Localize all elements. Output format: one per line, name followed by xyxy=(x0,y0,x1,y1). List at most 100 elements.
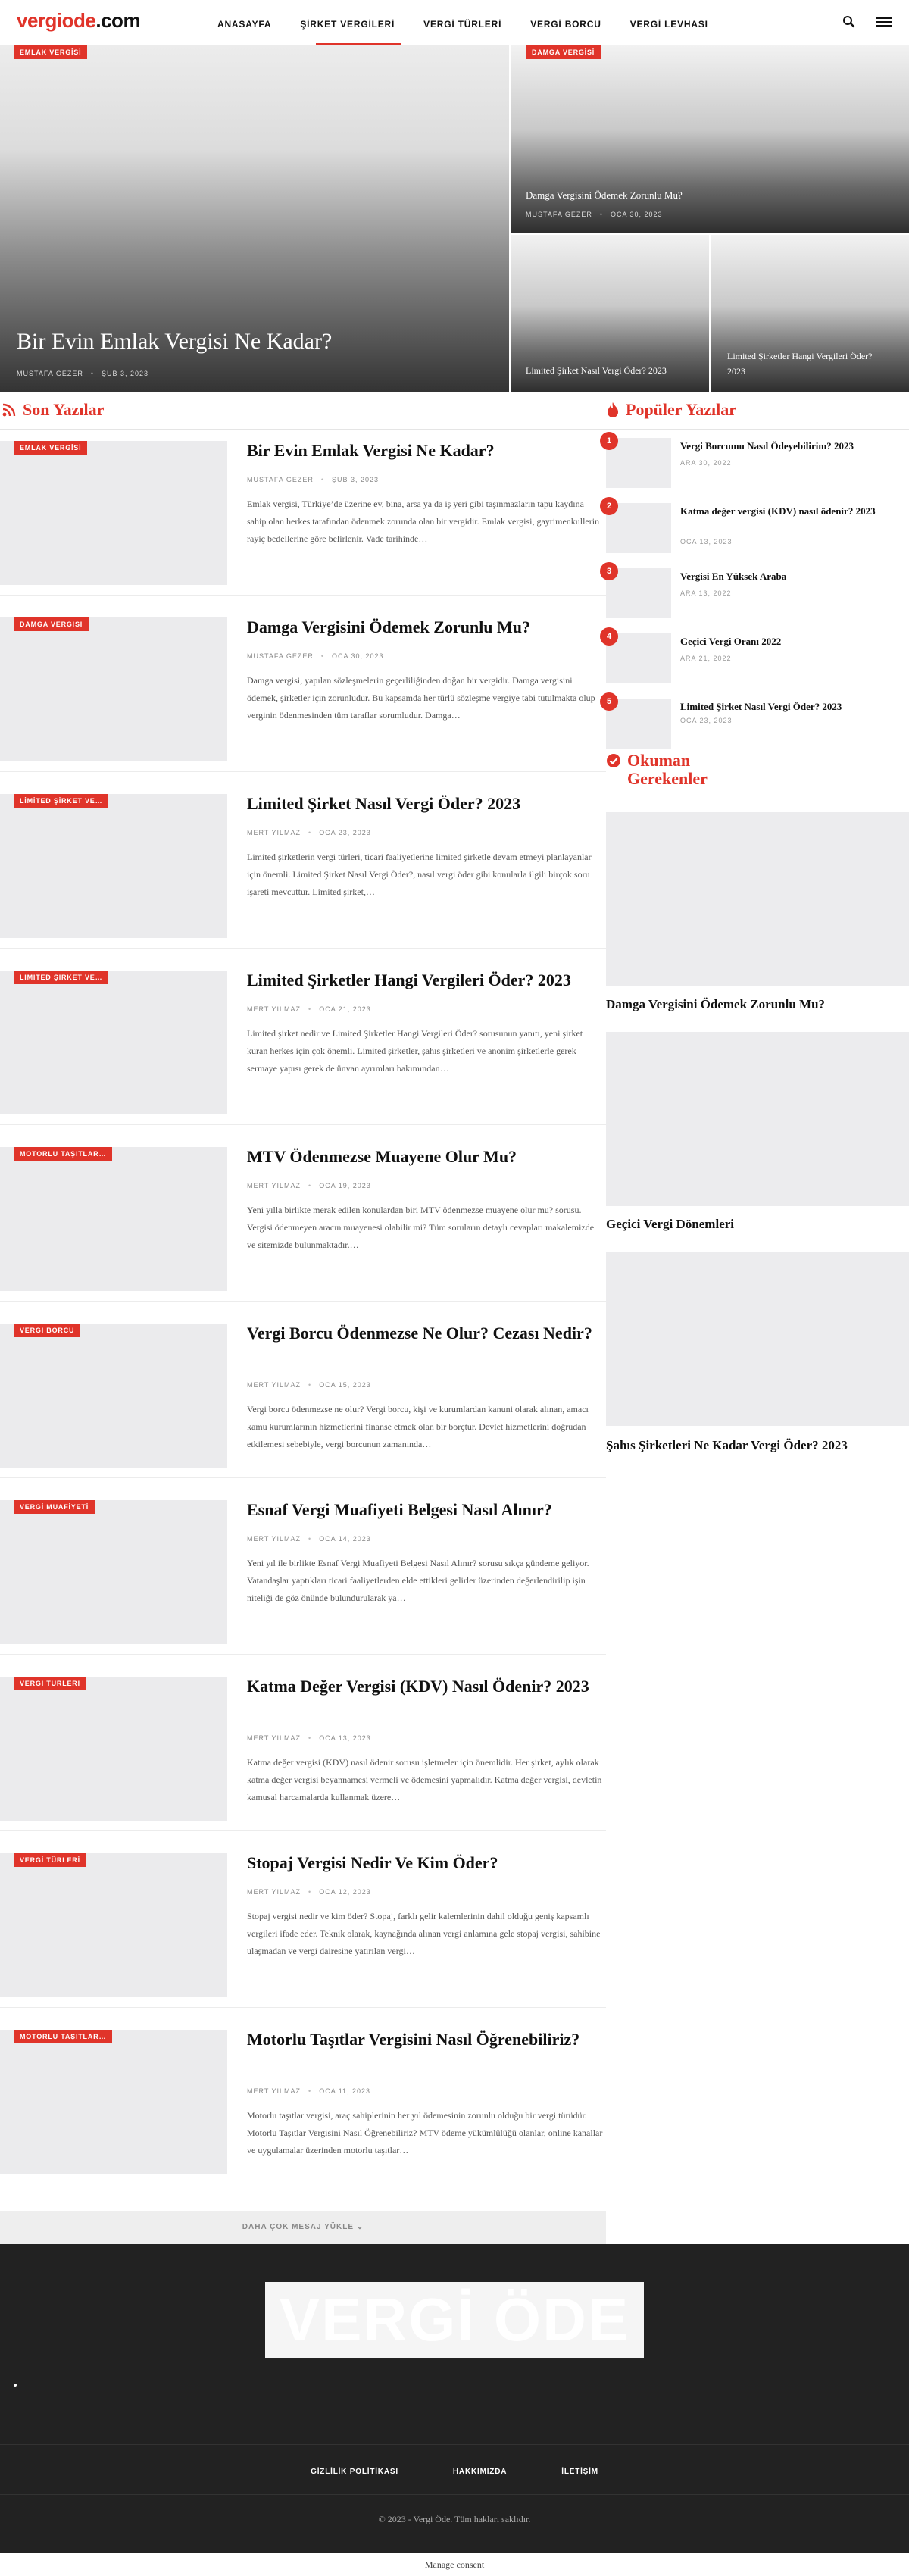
article-title[interactable]: Damga Vergisini Ödemek Zorunlu Mu? xyxy=(247,616,606,638)
nav-vergi-borcu[interactable]: VERGİ BORCU xyxy=(516,0,615,45)
popular-post-title[interactable]: Geçici Vergi Oranı 2022 xyxy=(680,635,907,649)
article-item[interactable]: MOTORLU TAŞITLAR… MTV Ödenmezse Muayene … xyxy=(0,1135,606,1302)
site-logo[interactable]: vergiode.com xyxy=(17,9,141,33)
load-more-button[interactable]: DAHA ÇOK MESAJ YÜKLE ⌄ xyxy=(0,2211,606,2244)
nav-sirket-vergileri[interactable]: ŞİRKET VERGİLERİ xyxy=(286,0,409,45)
must-read-heading: Okuman Gerekenler xyxy=(606,752,708,788)
hero-bottom-left-post[interactable]: Limited Şirket Nasıl Vergi Öder? 2023 xyxy=(511,235,709,392)
article-thumbnail[interactable] xyxy=(0,1500,227,1644)
must-read-thumbnail[interactable] xyxy=(606,812,909,986)
category-badge[interactable]: LİMİTED ŞİRKET VE… xyxy=(14,971,109,984)
article-meta: MUSTAFA GEZER • OCA 30, 2023 xyxy=(247,652,384,660)
article-thumbnail[interactable] xyxy=(0,441,227,585)
article-title[interactable]: Motorlu Taşıtlar Vergisini Nasıl Öğreneb… xyxy=(247,2028,606,2050)
hero-main-post[interactable]: EMLAK VERGİSİ Bir Evin Emlak Vergisi Ne … xyxy=(0,45,509,392)
category-badge[interactable]: EMLAK VERGİSİ xyxy=(14,441,88,455)
must-read-title[interactable]: Damga Vergisini Ödemek Zorunlu Mu? xyxy=(606,997,909,1012)
footer-logo[interactable]: VERGİ ÖDE xyxy=(265,2282,644,2358)
popular-posts-heading: Popüler Yazılar xyxy=(606,400,736,420)
article-thumbnail[interactable] xyxy=(0,794,227,938)
category-badge[interactable]: DAMGA VERGİSİ xyxy=(14,617,89,631)
must-read-thumbnail[interactable] xyxy=(606,1032,909,1206)
footer-link-about[interactable]: HAKKIMIZDA xyxy=(453,2468,507,2476)
article-thumbnail[interactable] xyxy=(0,2030,227,2174)
nav-anasayfa[interactable]: ANASAYFA xyxy=(203,0,286,45)
article-meta: MERT YILMAZ • OCA 13, 2023 xyxy=(247,1734,371,1742)
popular-post-date: OCA 23, 2023 xyxy=(680,717,733,724)
manage-consent-button[interactable]: Manage consent xyxy=(0,2553,909,2576)
article-meta: MERT YILMAZ • OCA 21, 2023 xyxy=(247,1005,371,1013)
rank-badge: 3 xyxy=(600,562,618,580)
article-item[interactable]: VERGİ TÜRLERİ Katma Değer Vergisi (KDV) … xyxy=(0,1665,606,1831)
article-title[interactable]: Limited Şirketler Hangi Vergileri Öder? … xyxy=(247,969,606,991)
rss-icon xyxy=(2,403,16,417)
article-item[interactable]: LİMİTED ŞİRKET VE… Limited Şirketler Han… xyxy=(0,958,606,1125)
article-item[interactable]: DAMGA VERGİSİ Damga Vergisini Ödemek Zor… xyxy=(0,605,606,772)
article-thumbnail[interactable] xyxy=(0,1324,227,1468)
must-read-title[interactable]: Şahıs Şirketleri Ne Kadar Vergi Öder? 20… xyxy=(606,1438,909,1453)
article-excerpt: Damga vergisi, yapılan sözleşmelerin geç… xyxy=(247,675,595,721)
article-thumbnail[interactable] xyxy=(0,1853,227,1997)
footer-link-privacy[interactable]: GİZLİLİK POLİTİKASI xyxy=(311,2468,398,2476)
article-meta: MERT YILMAZ • OCA 23, 2023 xyxy=(247,829,371,836)
hero-top-right-post[interactable]: DAMGA VERGİSİ Damga Vergisini Ödemek Zor… xyxy=(511,45,909,233)
category-badge[interactable]: EMLAK VERGİSİ xyxy=(14,45,88,59)
article-title[interactable]: Stopaj Vergisi Nedir Ve Kim Öder? xyxy=(247,1852,606,1874)
nav-vergi-turleri[interactable]: VERGİ TÜRLERİ xyxy=(409,0,516,45)
article-thumbnail[interactable] xyxy=(0,1677,227,1821)
popular-post-item[interactable]: 1 Vergi Borcumu Nasıl Ödeyebilirim? 2023… xyxy=(600,432,909,491)
search-icon[interactable] xyxy=(841,14,857,30)
popular-post-item[interactable]: 2 Katma değer vergisi (KDV) nasıl ödenir… xyxy=(600,497,909,556)
popular-post-date: ARA 13, 2022 xyxy=(680,589,732,597)
popular-post-title[interactable]: Limited Şirket Nasıl Vergi Öder? 2023 xyxy=(680,700,907,714)
category-badge[interactable]: VERGİ MUAFİYETİ xyxy=(14,1500,95,1514)
article-title[interactable]: Katma Değer Vergisi (KDV) Nasıl Ödenir? … xyxy=(247,1675,606,1697)
article-meta: MERT YILMAZ • OCA 12, 2023 xyxy=(247,1888,371,1896)
category-badge[interactable]: VERGİ TÜRLERİ xyxy=(14,1677,86,1690)
latest-posts-heading: Son Yazılar xyxy=(2,400,104,420)
hero-main-title[interactable]: Bir Evin Emlak Vergisi Ne Kadar? xyxy=(17,329,332,355)
popular-post-title[interactable]: Katma değer vergisi (KDV) nasıl ödenir? … xyxy=(680,505,907,518)
category-badge[interactable]: MOTORLU TAŞITLAR… xyxy=(14,1147,113,1161)
must-read-title[interactable]: Geçici Vergi Dönemleri xyxy=(606,1217,909,1232)
category-badge[interactable]: DAMGA VERGİSİ xyxy=(526,45,601,59)
nav-vergi-levhasi[interactable]: VERGİ LEVHASI xyxy=(616,0,723,45)
hero-top-right-title[interactable]: Damga Vergisini Ödemek Zorunlu Mu? xyxy=(526,189,683,202)
rank-badge: 5 xyxy=(600,692,618,711)
hero-top-right-meta: MUSTAFA GEZER • OCA 30, 2023 xyxy=(526,211,663,218)
category-badge[interactable]: LİMİTED ŞİRKET VE… xyxy=(14,794,109,808)
article-item[interactable]: VERGİ TÜRLERİ Stopaj Vergisi Nedir Ve Ki… xyxy=(0,1841,606,2008)
article-excerpt: Emlak vergisi, Türkiye’de üzerine ev, bi… xyxy=(247,499,600,544)
popular-post-item[interactable]: 3 Vergisi En Yüksek Araba ARA 13, 2022 xyxy=(600,562,909,621)
category-badge[interactable]: MOTORLU TAŞITLAR… xyxy=(14,2030,113,2043)
category-badge[interactable]: VERGİ BORCU xyxy=(14,1324,81,1337)
article-item[interactable]: VERGİ BORCU Vergi Borcu Ödenmezse Ne Olu… xyxy=(0,1311,606,1478)
article-title[interactable]: Limited Şirket Nasıl Vergi Öder? 2023 xyxy=(247,792,606,814)
article-title[interactable]: MTV Ödenmezse Muayene Olur Mu? xyxy=(247,1146,606,1168)
popular-post-title[interactable]: Vergisi En Yüksek Araba xyxy=(680,570,907,583)
hamburger-menu-icon[interactable] xyxy=(876,14,892,30)
article-title[interactable]: Bir Evin Emlak Vergisi Ne Kadar? xyxy=(247,439,606,461)
hero-bottom-right-title[interactable]: Limited Şirketler Hangi Vergileri Öder? … xyxy=(727,349,879,379)
article-meta: MUSTAFA GEZER • ŞUB 3, 2023 xyxy=(247,476,380,483)
rank-badge: 1 xyxy=(600,432,618,450)
popular-post-item[interactable]: 5 Limited Şirket Nasıl Vergi Öder? 2023 … xyxy=(600,692,909,752)
must-read-thumbnail[interactable] xyxy=(606,1252,909,1426)
footer-link-contact[interactable]: İLETİŞİM xyxy=(561,2468,598,2476)
article-excerpt: Stopaj vergisi nedir ve kim öder? Stopaj… xyxy=(247,1911,601,1956)
article-thumbnail[interactable] xyxy=(0,971,227,1114)
article-thumbnail[interactable] xyxy=(0,617,227,761)
article-item[interactable]: EMLAK VERGİSİ Bir Evin Emlak Vergisi Ne … xyxy=(0,429,606,596)
popular-post-item[interactable]: 4 Geçici Vergi Oranı 2022 ARA 21, 2022 xyxy=(600,627,909,686)
category-badge[interactable]: VERGİ TÜRLERİ xyxy=(14,1853,86,1867)
article-thumbnail[interactable] xyxy=(0,1147,227,1291)
article-item[interactable]: VERGİ MUAFİYETİ Esnaf Vergi Muafiyeti Be… xyxy=(0,1488,606,1655)
article-meta: MERT YILMAZ • OCA 15, 2023 xyxy=(247,1381,371,1389)
article-item[interactable]: MOTORLU TAŞITLAR… Motorlu Taşıtlar Vergi… xyxy=(0,2018,606,2184)
article-title[interactable]: Vergi Borcu Ödenmezse Ne Olur? Cezası Ne… xyxy=(247,1322,606,1344)
popular-post-title[interactable]: Vergi Borcumu Nasıl Ödeyebilirim? 2023 xyxy=(680,439,907,453)
hero-bottom-right-post[interactable]: Limited Şirketler Hangi Vergileri Öder? … xyxy=(711,235,909,392)
article-item[interactable]: LİMİTED ŞİRKET VE… Limited Şirket Nasıl … xyxy=(0,782,606,949)
article-title[interactable]: Esnaf Vergi Muafiyeti Belgesi Nasıl Alın… xyxy=(247,1499,606,1521)
hero-bottom-left-title[interactable]: Limited Şirket Nasıl Vergi Öder? 2023 xyxy=(526,365,704,377)
